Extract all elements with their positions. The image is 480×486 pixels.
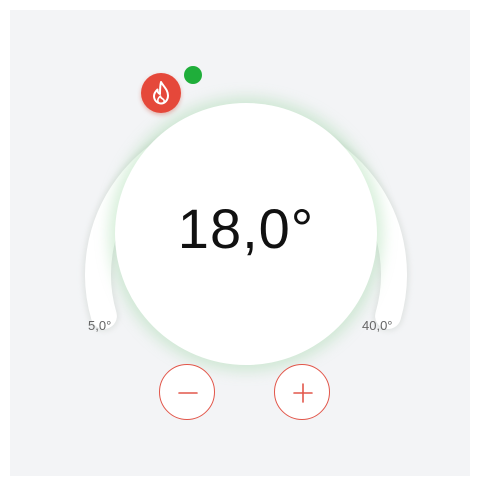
- decrease-button[interactable]: [159, 364, 215, 420]
- flame-icon: [153, 81, 169, 105]
- min-temperature-label: 5,0°: [88, 318, 112, 333]
- setpoint-value: 18,0°: [177, 197, 315, 260]
- heating-mode-badge[interactable]: [141, 73, 181, 113]
- plus-icon: [293, 383, 313, 403]
- minus-icon: [178, 392, 198, 394]
- max-temperature-label: 40,0°: [362, 318, 393, 333]
- increase-button[interactable]: [274, 364, 330, 420]
- status-indicator: [184, 66, 202, 84]
